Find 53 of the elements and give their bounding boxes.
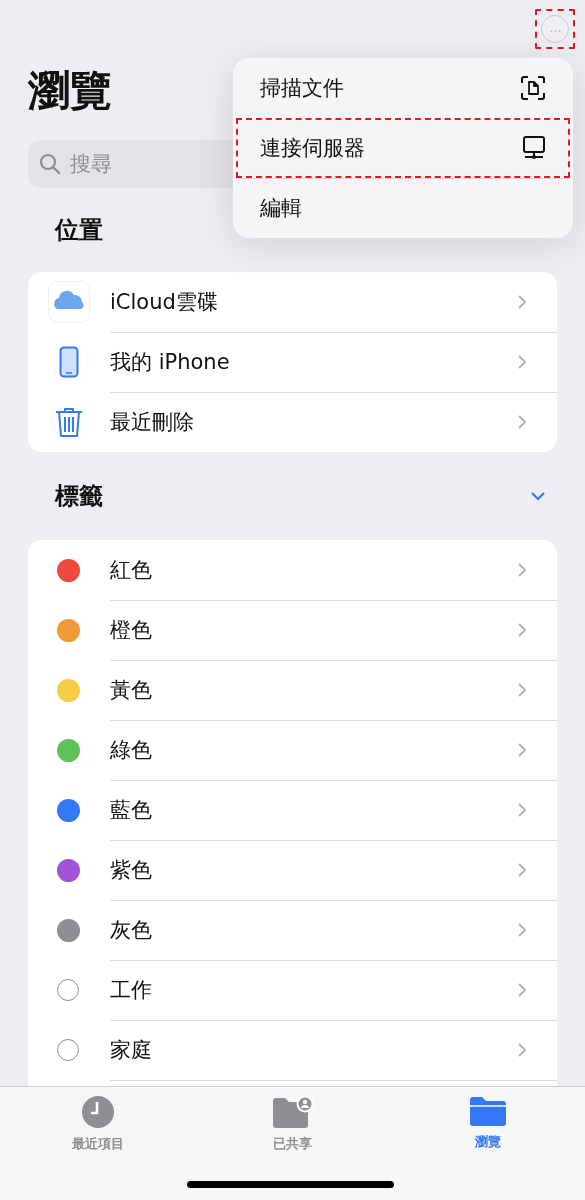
location-item[interactable]: iCloud雲碟: [28, 272, 557, 332]
tag-label: 紅色: [110, 557, 153, 584]
trash-icon: [55, 406, 83, 438]
tag-label: 紫色: [110, 857, 153, 884]
tag-item[interactable]: 紫色: [28, 840, 557, 900]
shared-folder-icon: [270, 1095, 315, 1129]
cloud-icon: [48, 281, 90, 323]
section-heading: 標籤: [55, 481, 103, 512]
chevron-icon: [517, 982, 527, 998]
tag-item[interactable]: 紅色: [28, 540, 557, 600]
location-label: 我的 iPhone: [110, 349, 231, 376]
location-item[interactable]: 我的 iPhone: [28, 332, 557, 392]
chevron-icon: [517, 414, 527, 430]
tag-item[interactable]: 工作: [28, 960, 557, 1020]
tag-label: 黃色: [110, 677, 153, 704]
menu-item[interactable]: 編輯: [236, 178, 570, 238]
tag-item[interactable]: 家庭: [28, 1020, 557, 1080]
chevron-icon: [517, 922, 527, 938]
tag-label: 工作: [110, 977, 153, 1004]
chevron-icon: [517, 802, 527, 818]
chevron-icon: [517, 354, 527, 370]
page-title: 瀏覽: [28, 70, 112, 112]
chevron-icon: [517, 1042, 527, 1058]
tag-label: 綠色: [110, 737, 153, 764]
section-heading: 位置: [55, 215, 103, 246]
menu-item[interactable]: 掃描文件: [236, 58, 570, 118]
location-label: 最近刪除: [110, 409, 195, 436]
tag-item[interactable]: 黃色: [28, 660, 557, 720]
menu-item[interactable]: 連接伺服器: [236, 118, 570, 178]
tag-item[interactable]: 藍色: [28, 780, 557, 840]
clock-icon: [80, 1095, 115, 1129]
tag-label: 灰色: [110, 917, 153, 944]
folder-icon: [468, 1095, 507, 1127]
monitor-icon: [522, 135, 546, 161]
chevron-icon: [517, 294, 527, 310]
tag-label: 藍色: [110, 797, 153, 824]
chevron-icon: [517, 862, 527, 878]
location-item[interactable]: 最近刪除: [28, 392, 557, 452]
tag-item[interactable]: 橙色: [28, 600, 557, 660]
chevron-icon: [517, 622, 527, 638]
tag-item[interactable]: 綠色: [28, 720, 557, 780]
chevron-icon: [517, 742, 527, 758]
chevron-icon: [517, 682, 527, 698]
tag-item[interactable]: 灰色: [28, 900, 557, 960]
phone-icon: [59, 346, 79, 378]
chevron-down-icon[interactable]: [529, 490, 547, 502]
tag-label: 橙色: [110, 617, 153, 644]
tag-label: 家庭: [110, 1037, 153, 1064]
tab-item[interactable]: 瀏覽: [427, 1095, 548, 1151]
chevron-icon: [517, 562, 527, 578]
document-scan-icon: [520, 75, 546, 101]
search-icon: [38, 152, 62, 176]
location-label: iCloud雲碟: [110, 289, 219, 316]
